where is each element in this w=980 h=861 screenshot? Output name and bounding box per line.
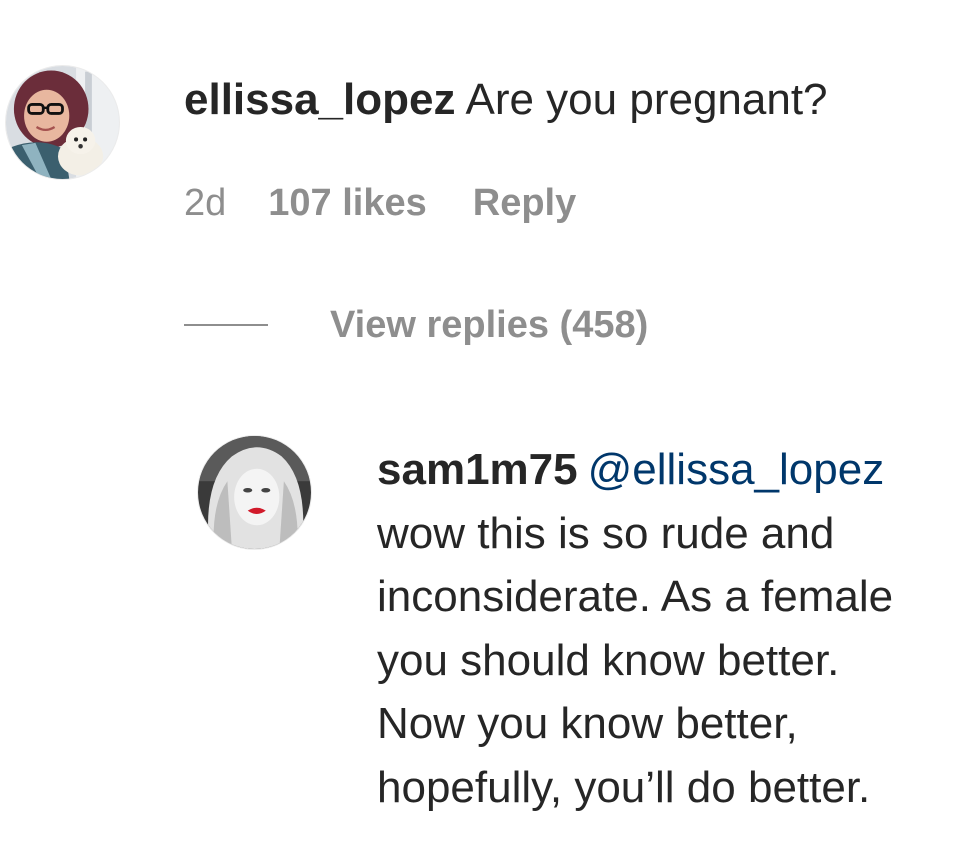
reply-text-line: inconsiderate. As a female xyxy=(377,572,894,621)
view-replies-label: View replies (458) xyxy=(330,303,649,346)
reply-text-line: Now you know better, xyxy=(377,699,798,748)
reply-author-username[interactable]: sam1m75 xyxy=(377,445,578,494)
reply-text-line: wow this is so rude and xyxy=(377,508,835,558)
reply-header-line: sam1m75 @ellissa_lopez xyxy=(377,438,980,502)
reply-text-line: hopefully, you’ll do better. xyxy=(377,762,871,812)
reply-button[interactable]: Reply xyxy=(473,180,576,226)
commenter-username[interactable]: ellissa_lopez xyxy=(184,75,455,124)
commenter-avatar[interactable] xyxy=(6,66,119,179)
profile-photo-icon xyxy=(198,436,311,549)
reply-text-line: you should know better. xyxy=(377,635,840,685)
reply-author-avatar[interactable] xyxy=(198,436,311,549)
replies-divider-line xyxy=(184,324,268,326)
comment-likes-link[interactable]: 107 likes xyxy=(268,180,426,226)
reply-body: sam1m75 @ellissa_lopez wow this is so rud… xyxy=(377,438,980,819)
view-replies-button[interactable]: View replies (458) xyxy=(184,300,648,350)
comment-body: ellissa_lopez Are you pregnant? xyxy=(184,74,828,126)
comment-meta: 2d 107 likes Reply xyxy=(184,180,576,226)
reply-mention-link[interactable]: @ellissa_lopez xyxy=(588,445,885,494)
profile-photo-icon xyxy=(6,66,119,179)
comment-timestamp: 2d xyxy=(184,182,227,224)
comment-text: Are you pregnant? xyxy=(465,75,828,124)
